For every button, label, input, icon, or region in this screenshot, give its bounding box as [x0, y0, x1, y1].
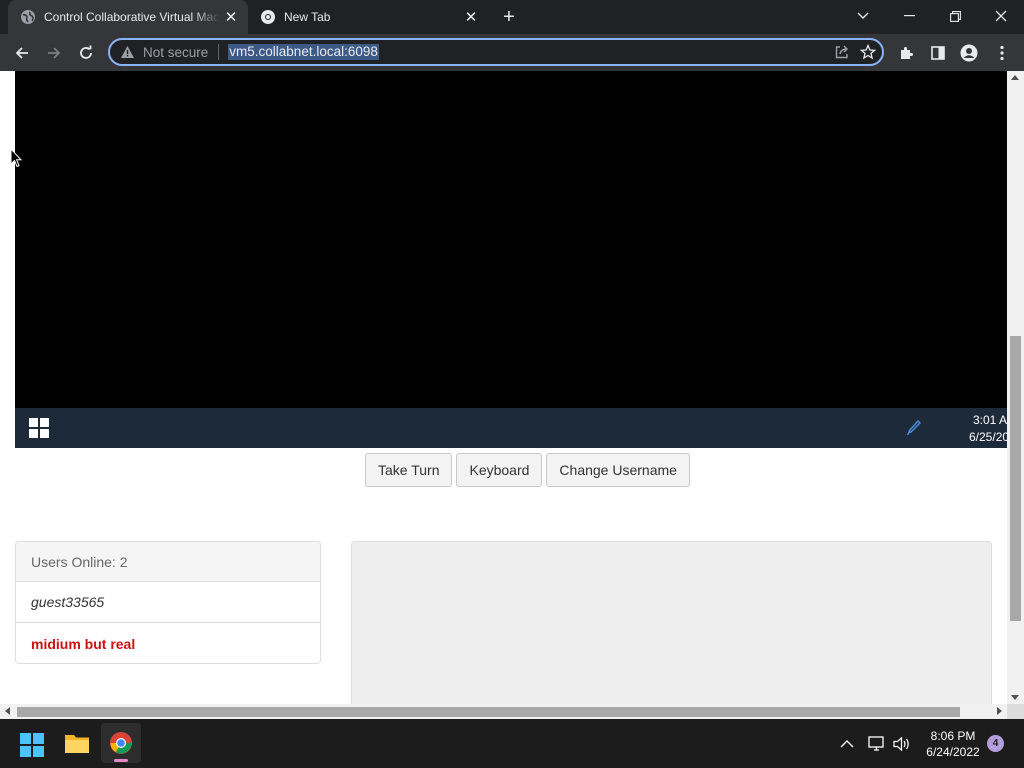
tab-new-tab[interactable]: New Tab ✕ [248, 0, 488, 34]
tab-title: New Tab [284, 10, 331, 24]
restore-window-button[interactable] [932, 0, 978, 32]
active-app-indicator [114, 759, 128, 762]
horizontal-scroll-thumb[interactable] [17, 707, 960, 717]
browser-tab-strip: Control Collaborative Virtual Machine ✕ … [0, 0, 1024, 34]
minimize-window-button[interactable] [886, 0, 932, 32]
os-clock-date: 6/24/2022 [926, 745, 980, 759]
chat-panel [351, 541, 992, 719]
take-turn-button[interactable]: Take Turn [365, 453, 453, 487]
vm-display[interactable] [15, 71, 1007, 408]
vm-taskbar[interactable]: 3:01 AM 6/25/2022 [15, 408, 1022, 448]
horizontal-scrollbar[interactable] [0, 704, 1007, 719]
vm-pen-icon[interactable] [906, 419, 922, 441]
screen: Control Collaborative Virtual Machine ✕ … [0, 0, 1024, 768]
back-button[interactable] [8, 39, 36, 67]
page-viewport: 3:01 AM 6/25/2022 Take Turn Keyboard Cha… [0, 71, 1024, 719]
scroll-down-arrow-icon[interactable] [1011, 695, 1019, 700]
side-panel-icon[interactable] [924, 39, 952, 67]
change-username-button[interactable]: Change Username [546, 453, 690, 487]
notification-badge[interactable]: 4 [987, 735, 1004, 752]
vertical-scroll-thumb[interactable] [1010, 336, 1021, 621]
vm-controls: Take Turn Keyboard Change Username [365, 453, 690, 487]
url-text[interactable]: vm5.collabnet.local:6098 [228, 44, 379, 60]
address-bar[interactable]: Not secure vm5.collabnet.local:6098 [108, 38, 884, 66]
bookmark-star-icon[interactable] [859, 43, 877, 65]
os-taskbar: 8:06 PM 6/24/2022 [0, 719, 1024, 768]
user-list-item[interactable]: guest33565 [16, 582, 320, 623]
close-tab-icon[interactable]: ✕ [220, 6, 242, 28]
keyboard-button[interactable]: Keyboard [456, 453, 543, 487]
scrollbar-corner [1007, 704, 1024, 719]
reload-button[interactable] [72, 39, 100, 67]
volume-icon[interactable] [893, 719, 911, 768]
tab-collaborative-vm[interactable]: Control Collaborative Virtual Machine ✕ [8, 0, 248, 34]
close-tab-icon[interactable]: ✕ [460, 6, 482, 28]
show-hidden-icons-icon[interactable] [840, 719, 854, 768]
windows-start-icon[interactable] [20, 733, 44, 757]
scroll-right-arrow-icon[interactable] [997, 707, 1002, 715]
close-window-button[interactable] [978, 0, 1024, 32]
network-icon[interactable] [868, 719, 886, 768]
scroll-left-arrow-icon[interactable] [5, 707, 10, 715]
os-clock[interactable]: 8:06 PM 6/24/2022 [920, 728, 986, 760]
chrome-taskbar-icon[interactable] [101, 723, 141, 763]
warning-icon[interactable] [120, 45, 135, 59]
scroll-up-arrow-icon[interactable] [1011, 75, 1019, 80]
mouse-cursor-icon [10, 147, 23, 173]
share-icon[interactable] [834, 44, 850, 65]
os-clock-time: 8:06 PM [930, 729, 976, 743]
users-online-heading: Users Online: 2 [16, 542, 320, 582]
browser-menu-icon[interactable] [988, 39, 1016, 67]
users-online-panel: Users Online: 2 guest33565 midium but re… [15, 541, 321, 664]
vm-start-icon[interactable] [29, 418, 49, 438]
new-tab-button[interactable]: + [496, 5, 522, 29]
tab-search-icon[interactable] [840, 0, 886, 32]
not-secure-label[interactable]: Not secure [143, 45, 208, 60]
chrome-icon [260, 9, 276, 25]
address-divider [218, 44, 220, 60]
browser-toolbar: Not secure vm5.collabnet.local:6098 [0, 34, 1024, 71]
vertical-scrollbar[interactable] [1007, 71, 1024, 704]
forward-button[interactable] [40, 39, 68, 67]
file-explorer-icon[interactable] [57, 723, 97, 763]
globe-icon [20, 9, 36, 25]
user-list-item-self[interactable]: midium but real [16, 623, 320, 663]
tab-title: Control Collaborative Virtual Machine [44, 10, 220, 24]
extensions-icon[interactable] [892, 39, 920, 67]
profile-icon[interactable] [955, 39, 983, 67]
